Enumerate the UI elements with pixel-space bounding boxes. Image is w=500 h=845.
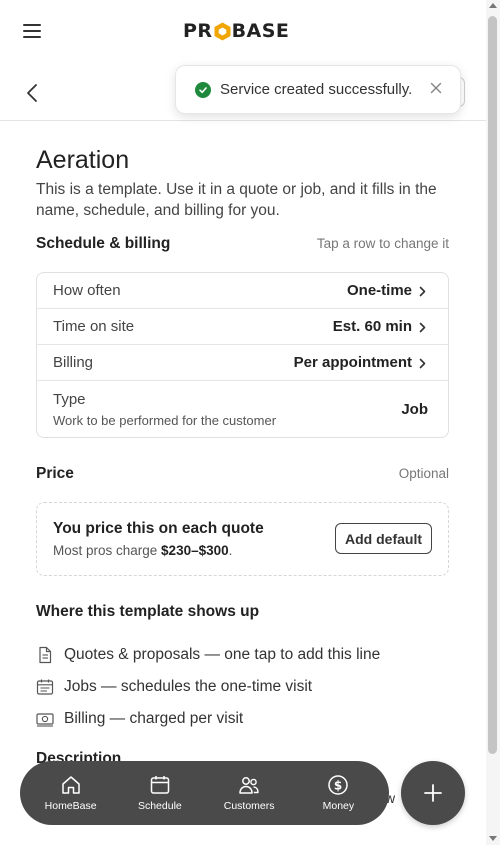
scrollbar-thumb[interactable] bbox=[488, 16, 497, 754]
home-icon bbox=[61, 776, 80, 794]
chevron-right-icon bbox=[419, 286, 426, 297]
cash-icon bbox=[36, 713, 54, 727]
row-sublabel: Work to be performed for the customer bbox=[53, 413, 277, 428]
price-box-title: You price this on each quote bbox=[53, 520, 264, 537]
page-title: Aeration bbox=[36, 146, 130, 174]
success-toast: Service created successfully. bbox=[175, 65, 461, 114]
nav-item-schedule[interactable]: Schedule bbox=[120, 774, 200, 812]
shows-up-list: Quotes & proposals — one tap to add this… bbox=[36, 639, 449, 735]
row-value: One-time bbox=[346, 282, 412, 299]
nav-label: Customers bbox=[223, 800, 275, 812]
nav-item-customers[interactable]: Customers bbox=[209, 774, 289, 812]
scrollbar[interactable] bbox=[486, 0, 500, 845]
top-bar: PR BASE bbox=[0, 0, 486, 64]
row-value: Est. 60 min bbox=[332, 318, 412, 335]
nav-label: Schedule bbox=[137, 800, 182, 812]
chevron-right-icon bbox=[419, 322, 426, 333]
price-sub-prefix: Most pros charge bbox=[53, 543, 162, 558]
nav-label: Money bbox=[322, 800, 355, 812]
list-item-text: Quotes & proposals — one tap to add this… bbox=[64, 646, 381, 663]
nav-item-homebase[interactable]: HomeBase bbox=[31, 774, 111, 812]
schedule-card: How often One-time Time on site Est. 60 … bbox=[36, 272, 449, 438]
price-sub-suffix: . bbox=[228, 543, 233, 558]
shows-up-heading: Where this template shows up bbox=[36, 603, 260, 620]
row-value: Per appointment bbox=[293, 354, 412, 371]
nav-label: HomeBase bbox=[44, 800, 97, 812]
document-icon bbox=[39, 646, 52, 664]
price-range: $230–$300 bbox=[161, 543, 229, 558]
dollar-icon: $ bbox=[328, 775, 349, 795]
back-chevron-icon[interactable] bbox=[25, 82, 39, 104]
plus-icon bbox=[424, 784, 442, 802]
logo-text-right: BASE bbox=[231, 20, 290, 42]
list-item: Billing — charged per visit bbox=[36, 703, 449, 735]
row-label: Time on site bbox=[53, 318, 135, 335]
list-item: Quotes & proposals — one tap to add this… bbox=[36, 639, 449, 671]
template-intro: This is a template. Use it in a quote or… bbox=[36, 181, 437, 219]
price-section-header: Price Optional bbox=[36, 465, 449, 483]
schedule-heading: Schedule & billing bbox=[36, 235, 171, 252]
logo-text-left: PR bbox=[183, 20, 213, 42]
price-box-subtitle: Most pros charge $230–$300. bbox=[53, 543, 232, 558]
type-row: Type Work to be performed for the custom… bbox=[37, 381, 448, 437]
time-on-site-row[interactable]: Time on site Est. 60 min bbox=[37, 309, 448, 345]
calendar-icon bbox=[36, 679, 54, 695]
row-label: How often bbox=[53, 282, 121, 299]
toast-message: Service created successfully. bbox=[220, 81, 413, 98]
logo-hex-icon bbox=[214, 22, 231, 40]
chevron-right-icon bbox=[419, 358, 426, 369]
list-item-text: Billing — charged per visit bbox=[64, 710, 244, 727]
row-label: Billing bbox=[53, 354, 94, 371]
add-fab-button[interactable] bbox=[401, 761, 465, 825]
row-value: Job bbox=[401, 401, 428, 418]
row-label: Type bbox=[53, 391, 86, 408]
menu-icon[interactable] bbox=[23, 24, 41, 38]
list-item: Jobs — schedules the one-time visit bbox=[36, 671, 449, 703]
bottom-nav: HomeBase Schedule Customers $ Money bbox=[20, 761, 389, 825]
billing-row[interactable]: Billing Per appointment bbox=[37, 345, 448, 381]
close-icon[interactable] bbox=[430, 82, 442, 94]
users-icon bbox=[239, 777, 259, 794]
schedule-hint: Tap a row to change it bbox=[316, 236, 449, 251]
nav-item-money[interactable]: $ Money bbox=[298, 774, 378, 812]
svg-text:$: $ bbox=[334, 779, 342, 793]
schedule-section-header: Schedule & billing Tap a row to change i… bbox=[36, 235, 449, 253]
price-hint: Optional bbox=[398, 466, 449, 481]
check-circle-icon bbox=[195, 81, 211, 98]
price-box: You price this on each quote Most pros c… bbox=[36, 502, 449, 576]
scroll-down-icon[interactable] bbox=[489, 836, 497, 841]
scroll-up-icon[interactable] bbox=[489, 3, 497, 8]
shows-up-section-header: Where this template shows up bbox=[36, 603, 449, 621]
calendar-icon bbox=[150, 776, 170, 794]
add-default-button[interactable]: Add default bbox=[335, 523, 432, 554]
list-item-text: Jobs — schedules the one-time visit bbox=[64, 678, 313, 695]
probase-logo: PR BASE bbox=[183, 20, 289, 42]
how-often-row[interactable]: How often One-time bbox=[37, 273, 448, 309]
price-heading: Price bbox=[36, 465, 74, 482]
